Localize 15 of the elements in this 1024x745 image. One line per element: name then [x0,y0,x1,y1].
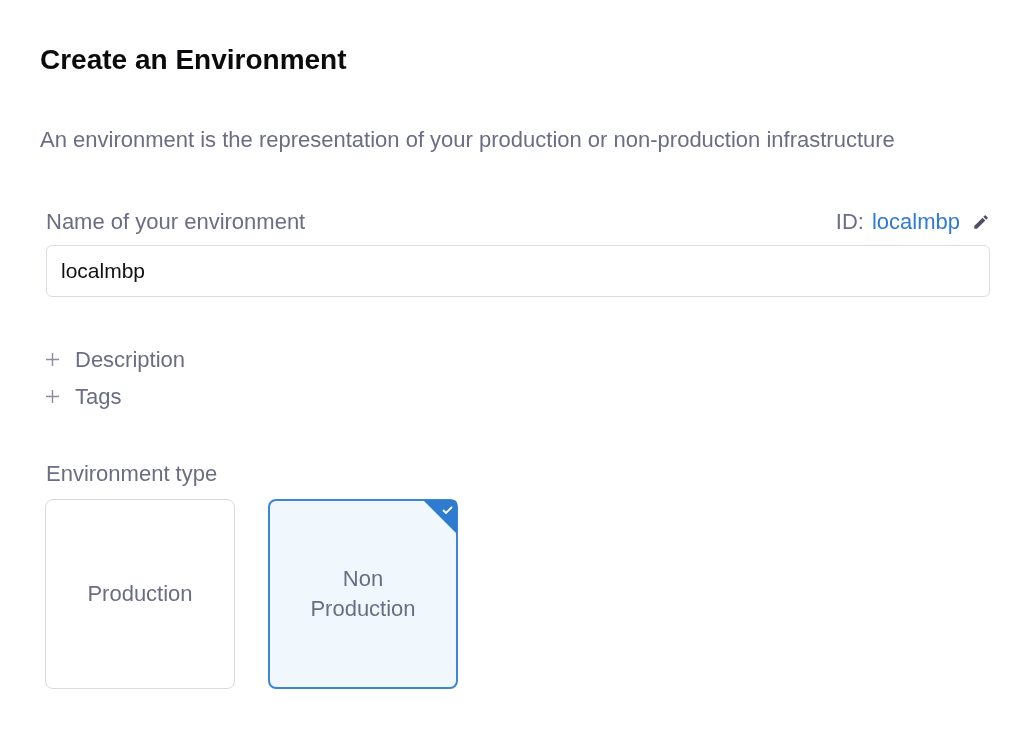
section-label: Environment type [46,461,219,487]
id-link[interactable]: localmbp [871,209,960,235]
form-title: Create an Environment [40,44,348,76]
pencil-icon[interactable] [972,213,990,231]
id-label: ID: [835,209,864,235]
expander-link[interactable]: Description [75,347,186,372]
check-corner-icon [423,500,457,534]
environment-type-card[interactable]: Non Production [268,499,458,689]
environment-type-card[interactable]: Production [45,499,235,689]
name-input-field[interactable]: localmbp [46,245,990,297]
expander-link[interactable]: Tags [75,384,122,409]
plus-icon[interactable] [46,390,59,403]
field-label: Name of your environment [46,209,306,235]
form-description: An environment is the representation of your production or non-production infrastructure [40,126,896,154]
plus-icon[interactable] [46,353,59,366]
